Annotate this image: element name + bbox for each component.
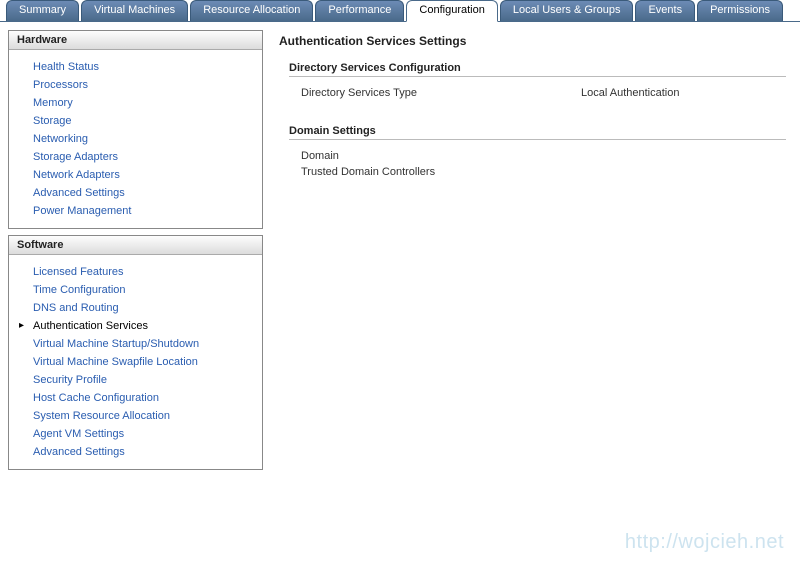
hardware-panel-header: Hardware <box>9 31 262 50</box>
main-area: Hardware Health Status Processors Memory… <box>0 22 800 484</box>
label-directory-services-type: Directory Services Type <box>301 87 581 99</box>
sidebar: Hardware Health Status Processors Memory… <box>8 30 263 476</box>
section-header-domain-settings: Domain Settings <box>289 125 786 140</box>
tab-virtual-machines[interactable]: Virtual Machines <box>81 0 188 21</box>
nav-vm-startup-shutdown[interactable]: Virtual Machine Startup/Shutdown <box>33 335 256 353</box>
nav-networking[interactable]: Networking <box>33 130 256 148</box>
nav-sw-advanced-settings[interactable]: Advanced Settings <box>33 443 256 461</box>
tab-summary[interactable]: Summary <box>6 0 79 21</box>
tab-permissions[interactable]: Permissions <box>697 0 783 21</box>
nav-storage-adapters[interactable]: Storage Adapters <box>33 148 256 166</box>
nav-processors[interactable]: Processors <box>33 76 256 94</box>
nav-time-configuration[interactable]: Time Configuration <box>33 281 256 299</box>
nav-storage[interactable]: Storage <box>33 112 256 130</box>
tab-performance[interactable]: Performance <box>315 0 404 21</box>
nav-hw-advanced-settings[interactable]: Advanced Settings <box>33 184 256 202</box>
nav-agent-vm-settings[interactable]: Agent VM Settings <box>33 425 256 443</box>
row-directory-services-type: Directory Services Type Local Authentica… <box>279 85 786 101</box>
nav-memory[interactable]: Memory <box>33 94 256 112</box>
nav-network-adapters[interactable]: Network Adapters <box>33 166 256 184</box>
value-domain <box>581 150 786 162</box>
software-panel: Software Licensed Features Time Configur… <box>8 235 263 470</box>
tab-resource-allocation[interactable]: Resource Allocation <box>190 0 313 21</box>
label-domain: Domain <box>301 150 581 162</box>
row-trusted-domain-controllers: Trusted Domain Controllers <box>279 164 786 180</box>
nav-authentication-services[interactable]: Authentication Services <box>33 317 256 335</box>
tab-configuration[interactable]: Configuration <box>406 0 497 22</box>
nav-health-status[interactable]: Health Status <box>33 58 256 76</box>
row-domain: Domain <box>279 148 786 164</box>
content-area: Authentication Services Settings Directo… <box>273 30 792 476</box>
nav-system-resource-allocation[interactable]: System Resource Allocation <box>33 407 256 425</box>
nav-vm-swapfile-location[interactable]: Virtual Machine Swapfile Location <box>33 353 256 371</box>
value-trusted-domain-controllers <box>581 166 786 178</box>
nav-host-cache-configuration[interactable]: Host Cache Configuration <box>33 389 256 407</box>
hardware-panel-body: Health Status Processors Memory Storage … <box>9 50 262 228</box>
label-trusted-domain-controllers: Trusted Domain Controllers <box>301 166 581 178</box>
section-header-directory-services: Directory Services Configuration <box>289 62 786 77</box>
nav-licensed-features[interactable]: Licensed Features <box>33 263 256 281</box>
software-panel-header: Software <box>9 236 262 255</box>
software-panel-body: Licensed Features Time Configuration DNS… <box>9 255 262 469</box>
tab-events[interactable]: Events <box>635 0 695 21</box>
content-title: Authentication Services Settings <box>279 34 786 48</box>
nav-security-profile[interactable]: Security Profile <box>33 371 256 389</box>
value-directory-services-type: Local Authentication <box>581 87 786 99</box>
tab-bar: Summary Virtual Machines Resource Alloca… <box>0 0 800 22</box>
nav-power-management[interactable]: Power Management <box>33 202 256 220</box>
nav-dns-routing[interactable]: DNS and Routing <box>33 299 256 317</box>
hardware-panel: Hardware Health Status Processors Memory… <box>8 30 263 229</box>
tab-local-users-groups[interactable]: Local Users & Groups <box>500 0 634 21</box>
watermark: http://wojcieh.net <box>625 531 784 554</box>
